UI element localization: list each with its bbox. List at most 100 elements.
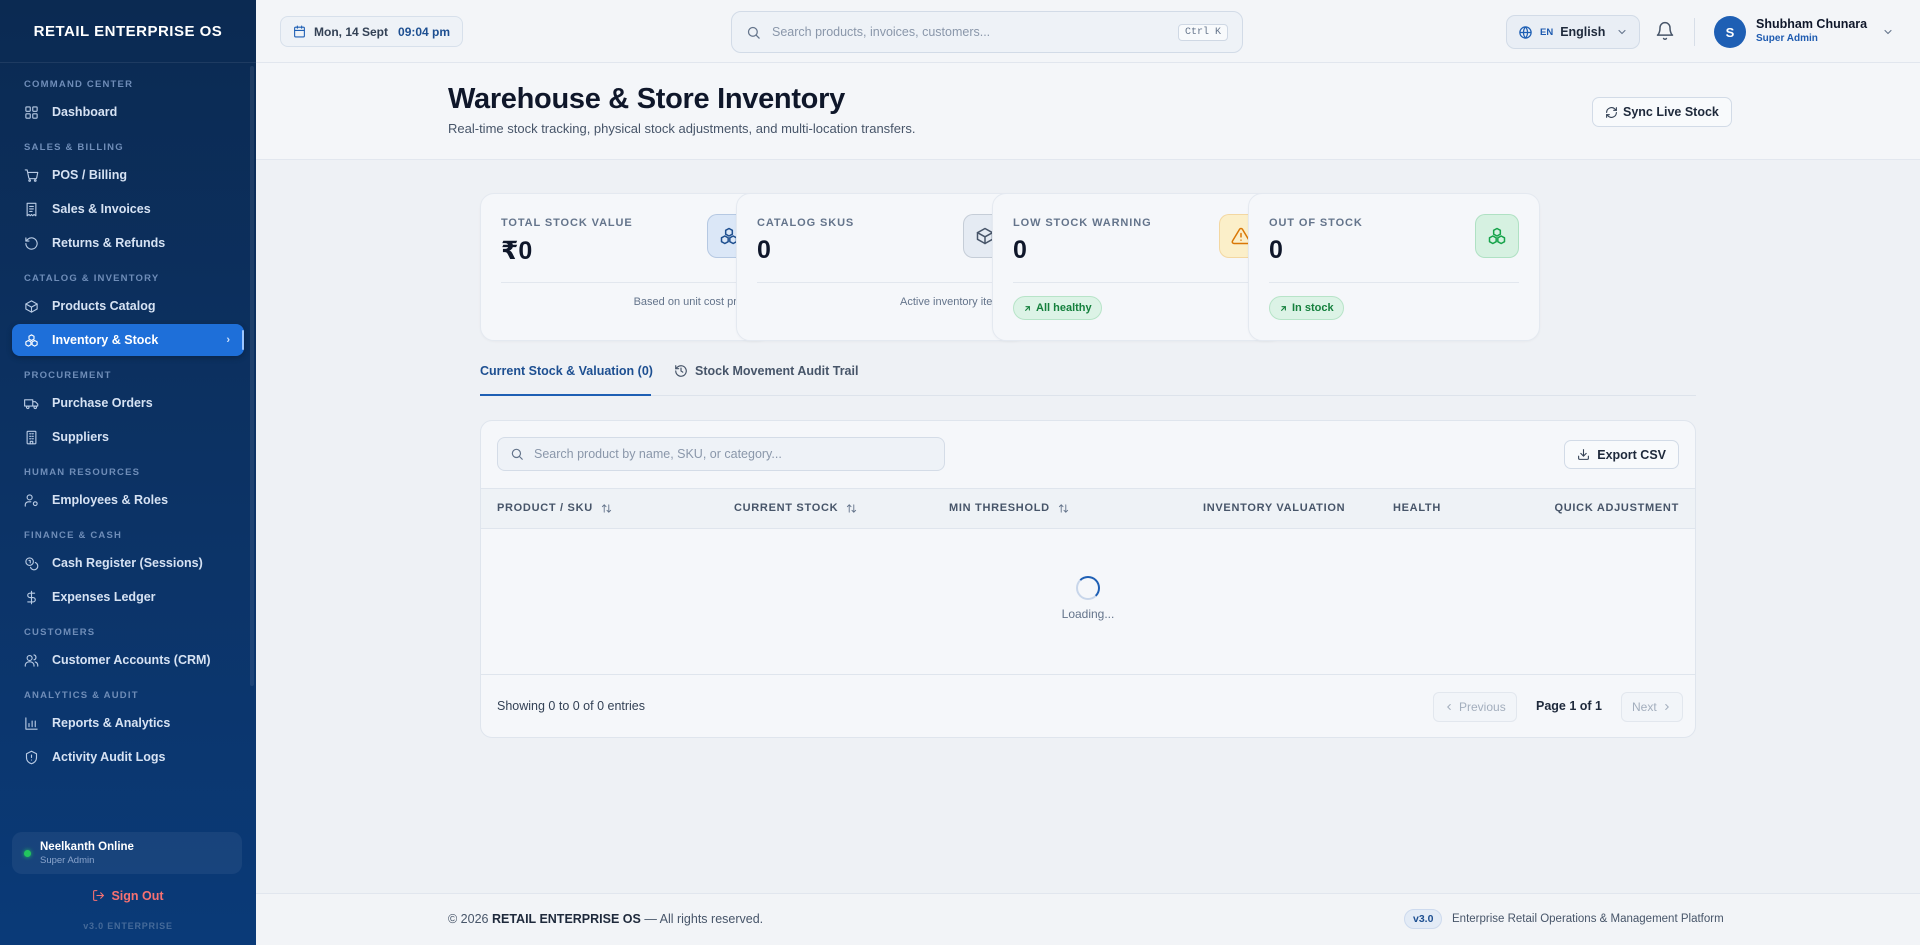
receipt-icon	[26, 202, 37, 216]
sidebar-item-label: Suppliers	[52, 430, 109, 444]
sidebar-item-expenses-ledger[interactable]: Expenses Ledger	[12, 581, 244, 613]
column-quick-adjustment: QUICK ADJUSTMENT	[1555, 502, 1679, 514]
column-product-sku[interactable]: PRODUCT / SKU	[497, 502, 612, 514]
column-label: MIN THRESHOLD	[949, 502, 1050, 514]
export-csv-button[interactable]: Export CSV	[1564, 440, 1679, 469]
search-icon	[747, 26, 760, 39]
sidebar-item-suppliers[interactable]: Suppliers	[12, 421, 244, 453]
sidebar-item-label: Customer Accounts (CRM)	[52, 653, 211, 667]
coins-icon	[25, 556, 39, 570]
topbar-divider	[1694, 18, 1695, 46]
sidebar-item-returns-refunds[interactable]: Returns & Refunds	[12, 227, 244, 259]
sidebar-item-inventory-stock[interactable]: Inventory & Stock ›	[12, 324, 244, 356]
sidebar-item-purchase-orders[interactable]: Purchase Orders	[12, 387, 244, 419]
column-label: CURRENT STOCK	[734, 502, 839, 514]
sidebar-item-customer-accounts-crm[interactable]: Customer Accounts (CRM)	[12, 644, 244, 676]
online-status-dot	[24, 849, 31, 857]
sidebar-item-label: Employees & Roles	[52, 493, 169, 507]
version-badge: v3.0	[1404, 909, 1443, 929]
download-icon	[1578, 449, 1590, 460]
kpi-badge-label: All healthy	[1036, 302, 1092, 314]
sidebar-user-card[interactable]: Neelkanth Online Super Admin	[12, 832, 242, 874]
previous-page-button[interactable]: Previous	[1433, 692, 1517, 722]
sidebar-item-cash-register-sessions[interactable]: Cash Register (Sessions)	[12, 547, 244, 579]
kpi-icon-tile	[1475, 214, 1519, 258]
table-footer: Showing 0 to 0 of 0 entries Previous Pag…	[481, 674, 1695, 737]
sidebar-item-label: Activity Audit Logs	[52, 750, 166, 764]
kpi-note: Based on unit cost price	[633, 296, 751, 308]
user-menu[interactable]: Shubham Chunara Super Admin	[1756, 17, 1867, 44]
column-label: QUICK ADJUSTMENT	[1554, 502, 1679, 514]
sidebar-scrollbar[interactable]	[250, 66, 254, 686]
page-indicator: Page 1 of 1	[1536, 699, 1602, 713]
table-header: PRODUCT / SKU CURRENT STOCK MIN THRESHOL…	[481, 488, 1695, 529]
column-current-stock[interactable]: CURRENT STOCK	[734, 502, 857, 514]
global-search-input[interactable]	[772, 25, 1178, 39]
sign-out-label: Sign Out	[111, 889, 164, 903]
sidebar-user-name: Neelkanth Online	[40, 840, 134, 853]
user-menu-chevron-icon[interactable]	[1882, 26, 1894, 38]
nav-section-title: CUSTOMERS	[24, 627, 96, 638]
global-search[interactable]: Ctrl K	[731, 11, 1243, 53]
sidebar-item-dashboard[interactable]: Dashboard	[12, 96, 244, 128]
cart-icon	[24, 168, 39, 182]
nav-section-title: COMMAND CENTER	[24, 79, 134, 90]
sidebar-user-role: Super Admin	[40, 854, 95, 866]
undo-icon	[25, 236, 38, 250]
table-search[interactable]	[497, 437, 945, 471]
column-label: HEALTH	[1393, 502, 1441, 514]
language-selector[interactable]: EN English	[1506, 15, 1640, 49]
kpi-value: 0	[757, 236, 771, 264]
sync-live-stock-button[interactable]: Sync Live Stock	[1592, 97, 1732, 127]
calendar-icon	[294, 25, 305, 38]
user-avatar[interactable]: S	[1714, 16, 1746, 48]
current-time: 09:04 pm	[398, 24, 451, 39]
table-search-input[interactable]	[534, 447, 932, 461]
nav-section-title: CATALOG & INVENTORY	[24, 273, 160, 284]
sidebar-item-reports-analytics[interactable]: Reports & Analytics	[12, 707, 244, 739]
building-icon	[26, 430, 37, 444]
sidebar-item-label: Products Catalog	[52, 299, 156, 313]
sidebar-item-label: Reports & Analytics	[52, 716, 171, 730]
page-subtitle: Real-time stock tracking, physical stock…	[448, 121, 916, 136]
sidebar-item-employees-roles[interactable]: Employees & Roles	[12, 484, 244, 516]
sidebar-item-activity-audit-logs[interactable]: Activity Audit Logs	[12, 741, 244, 773]
sort-icon	[847, 503, 857, 513]
sidebar-item-label: Returns & Refunds	[52, 236, 166, 250]
sign-out-button[interactable]: Sign Out	[0, 889, 256, 903]
user-cog-icon	[24, 493, 38, 507]
sidebar-item-sales-invoices[interactable]: Sales & Invoices	[12, 193, 244, 225]
kpi-label: TOTAL STOCK VALUE	[501, 217, 633, 229]
main-content: Mon, 14 Sept 09:04 pm Ctrl K EN English …	[256, 0, 1920, 945]
tab-stock-movement-label: Stock Movement Audit Trail	[695, 364, 859, 378]
sidebar-item-pos-billing[interactable]: POS / Billing	[12, 159, 244, 191]
page-footer: © 2026 RETAIL ENTERPRISE OS — All rights…	[256, 893, 1920, 945]
globe-icon	[1519, 25, 1532, 39]
column-min-threshold[interactable]: MIN THRESHOLD	[949, 502, 1069, 514]
active-tab-indicator	[480, 394, 651, 396]
sidebar-nav: COMMAND CENTER Dashboard SALES & BILLING PO…	[0, 63, 256, 773]
kpi-label: OUT OF STOCK	[1269, 217, 1363, 229]
nav-section-title: ANALYTICS & AUDIT	[24, 690, 139, 701]
bar-chart-icon	[25, 716, 38, 730]
next-page-button[interactable]: Next	[1621, 692, 1683, 722]
tab-current-stock[interactable]: Current Stock & Valuation (0)	[480, 364, 653, 378]
dollar-icon	[27, 590, 36, 604]
language-label: English	[1560, 25, 1606, 39]
copyright-year: © 2026	[448, 912, 489, 926]
notifications-bell-icon[interactable]	[1655, 21, 1675, 41]
kpi-divider	[501, 282, 751, 283]
kpi-value: ₹0	[501, 237, 533, 265]
sidebar-item-products-catalog[interactable]: Products Catalog	[12, 290, 244, 322]
sidebar-item-label: Purchase Orders	[52, 396, 153, 410]
copyright-suffix: — All rights reserved.	[644, 912, 764, 926]
previous-label: Previous	[1459, 700, 1506, 714]
loading-spinner-icon	[1076, 576, 1100, 600]
tab-stock-movement[interactable]: Stock Movement Audit Trail	[674, 364, 858, 378]
shield-icon	[25, 750, 38, 764]
page-title: Warehouse & Store Inventory	[448, 83, 845, 115]
kpi-status-badge: All healthy	[1013, 296, 1102, 320]
sidebar-item-label: Sales & Invoices	[52, 202, 151, 216]
refresh-icon	[1606, 106, 1617, 118]
kpi-value: 0	[1013, 236, 1027, 264]
